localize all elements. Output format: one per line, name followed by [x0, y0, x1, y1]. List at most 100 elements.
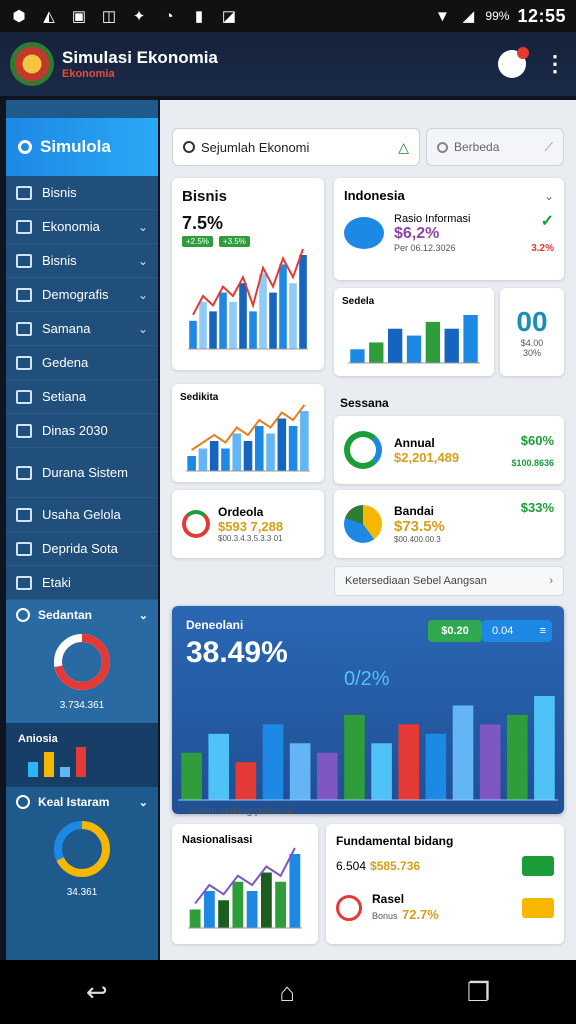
chevron-down-icon: ⌄ [137, 253, 148, 268]
chart-bar [369, 342, 384, 363]
chart-bar [463, 315, 478, 363]
bisnis-bar-chart [188, 248, 308, 350]
more-vert-icon[interactable]: ⋮ [544, 53, 566, 75]
section-header[interactable]: Sedantan ⌄ [16, 608, 148, 622]
card-bandai[interactable]: Bandai $73.5% $00.400.00.3 $33% [334, 490, 564, 558]
sidebar-item[interactable]: Durana Sistem [6, 448, 158, 498]
notice-text: Ketersediaan Sebel Aangsan [345, 575, 487, 587]
sidebar-nav: Bisnis Ekonomia ⌄ Bisnis ⌄ Demografis ⌄ Samana ⌄… [6, 176, 158, 600]
sidebar-item[interactable]: Ekonomia ⌄ [6, 210, 158, 244]
donut-chart [54, 634, 110, 690]
menu-item-icon [16, 321, 32, 336]
edit-icon[interactable]: ⟋ [545, 140, 553, 155]
chevron-down-icon: ⌄ [137, 219, 148, 234]
section-label-sessana: Sessana [340, 396, 389, 410]
card-sedela[interactable]: Sedela [334, 288, 494, 376]
app-icon: ◭ [43, 8, 55, 25]
chart-bar [218, 900, 230, 928]
card-name: Rasel [372, 892, 405, 906]
menu-item-icon [16, 423, 32, 438]
chart-bar [289, 743, 311, 800]
chart-bar [198, 448, 208, 471]
status-bar: ⬢ ◭ ▣ ◫ ✦ ◔ ▮ ◪ ▼ ◢ 99% 12:55 [0, 0, 576, 32]
card-nasionalisasi[interactable]: Nasionalisasi [172, 824, 318, 944]
sidebar: Simulola Bisnis Ekonomia ⌄ Bisnis ⌄ Demografi… [6, 100, 158, 960]
bell-icon[interactable]: △ [398, 139, 409, 156]
nasionalisasi-bar-chart [188, 847, 302, 929]
sidebar-section-sedantan: Sedantan ⌄ 3.734.361 [6, 600, 158, 723]
chart-bar [479, 724, 501, 800]
green-badge [522, 856, 554, 876]
menu-icon: ≡ [539, 625, 546, 637]
card-fundamental[interactable]: Fundamental bidang 6.504 $585.736 Rasel … [326, 824, 564, 944]
chart-bar [232, 881, 244, 928]
mini-bar [60, 767, 70, 777]
chart-bar [534, 696, 555, 800]
timer-icon: ◔ [164, 7, 174, 25]
sidebar-item[interactable]: Usaha Gelola [6, 498, 158, 532]
app-subtitle: Ekonomia [62, 68, 115, 80]
system-nav-bar: ↩ ⌂ ❐ [0, 960, 576, 1024]
dash-pill-blue[interactable]: 0.04 ≡ [482, 620, 552, 642]
chart-bar [289, 854, 301, 928]
chart-bar [209, 441, 219, 471]
dashboard-panel[interactable]: Deneolani 38.49% 0/2% $0.20 0.04 ≡ [172, 606, 564, 814]
dash-big-value: 38.49% [186, 636, 288, 669]
sidebar-header[interactable]: Simulola [6, 118, 158, 176]
card-delta: 3.2% [531, 243, 554, 254]
mini-bar [28, 762, 38, 777]
sidebar-item[interactable]: Demografis ⌄ [6, 278, 158, 312]
system-caption: Sistem sedang perbarui [186, 806, 292, 817]
mini-bar-chart [28, 747, 86, 777]
card-value: $593 7,288 [218, 519, 284, 534]
menu-item-icon [16, 575, 32, 590]
card-pct: $33% [520, 500, 554, 515]
card-ordeola[interactable]: Ordeola $593 7,288 $00.3.4.3.5.3.3 01 [172, 490, 324, 558]
home-icon[interactable]: ⌂ [279, 977, 295, 1008]
stat-sub1: $4.00 [520, 338, 544, 348]
chart-bar [371, 743, 392, 800]
section-title: Sedantan [38, 608, 93, 622]
sidebar-item[interactable]: Deprida Sota [6, 532, 158, 566]
search-input[interactable]: Sejumlah Ekonomi △ [172, 128, 420, 166]
sidebar-item[interactable]: Samana ⌄ [6, 312, 158, 346]
chart-bar [229, 302, 237, 349]
sidebar-item[interactable]: Etaki [6, 566, 158, 600]
chart-bar [181, 752, 202, 800]
card-annual[interactable]: Annual $2,201,489 $60% $100.8636 [334, 416, 564, 484]
sidebar-item[interactable]: Setiana [6, 380, 158, 414]
sidebar-item-label: Dinas 2030 [42, 422, 108, 438]
sidebar-item[interactable]: Bisnis ⌄ [6, 244, 158, 278]
dash-pill-green[interactable]: $0.20 [428, 620, 482, 642]
notice-row[interactable]: Ketersediaan Sebel Aangsan › [334, 566, 564, 596]
status-icons-left: ⬢ ◭ ▣ ◫ ✦ ◔ ▮ ◪ [10, 7, 238, 26]
card-sedikita[interactable]: Sedikita [172, 384, 324, 482]
globe-icon-2 [16, 795, 30, 809]
chat-icon[interactable] [498, 47, 529, 78]
chevron-down-icon: ⌄ [138, 609, 148, 622]
chart-bar [288, 426, 298, 471]
card-pct2: $100.8636 [511, 457, 554, 468]
card-bisnis[interactable]: Bisnis 7.5% +2.5% +3.5% [172, 178, 324, 370]
menu-item-icon [16, 507, 32, 522]
recents-icon[interactable]: ❐ [467, 977, 490, 1008]
sidebar-item[interactable]: Bisnis [6, 176, 158, 210]
menu-item-icon [16, 287, 32, 302]
sidebar-item[interactable]: Dinas 2030 [6, 414, 158, 448]
section-header-2[interactable]: Keal Istaram ⌄ [16, 795, 148, 809]
menu-item-icon [16, 541, 32, 556]
card-value: $2,201,489 [394, 449, 460, 465]
donut-value: 3.734.361 [59, 700, 105, 711]
sedikita-bar-chart [186, 404, 310, 472]
card-label: Annual [394, 435, 435, 450]
tag-green: +2.5% [182, 236, 213, 247]
card-indonesia[interactable]: Indonesia ⌄ Rasio Informasi $6,2% Per 06… [334, 178, 564, 280]
chart-bar [262, 724, 284, 800]
back-icon[interactable]: ↩ [86, 977, 108, 1008]
ring-icon [18, 140, 32, 154]
chevron-down-icon[interactable]: ⌄ [544, 189, 554, 203]
sidebar-item[interactable]: Gedena [6, 346, 158, 380]
sidebar-section-keal: Keal Istaram ⌄ 34.361 [6, 787, 158, 910]
secondary-search-input[interactable]: Berbeda ⟋ [426, 128, 564, 166]
card-stat[interactable]: 00 $4.00 30% [500, 288, 564, 376]
